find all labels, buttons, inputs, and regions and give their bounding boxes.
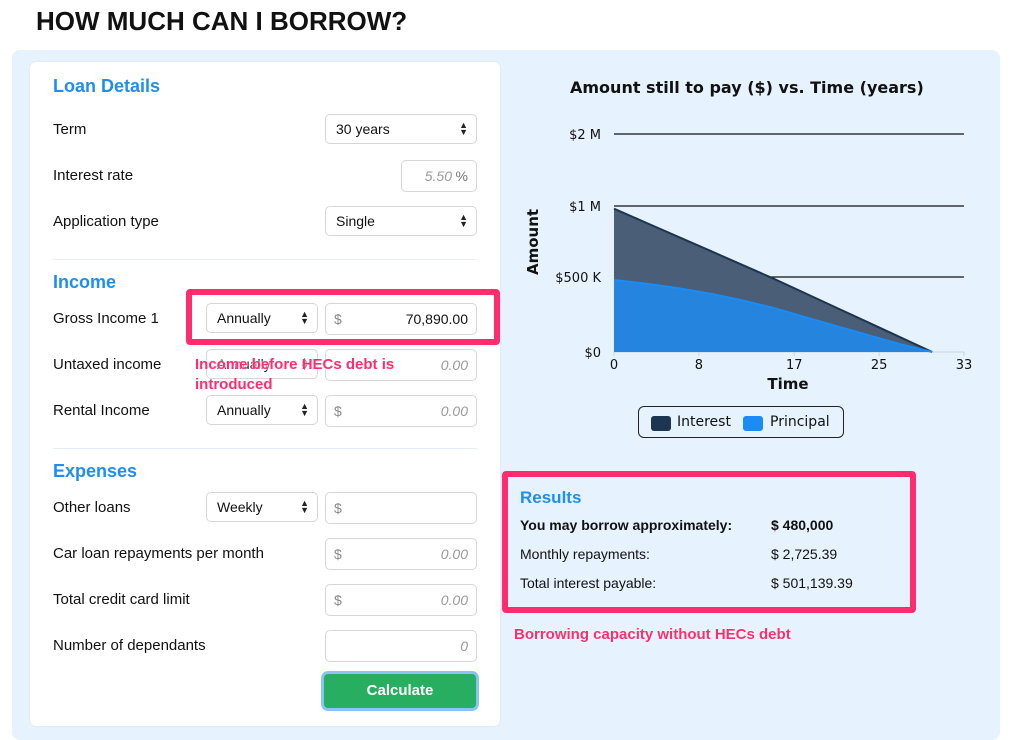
credit-card-input[interactable]: $ 0.00 [325,584,477,616]
percent-unit: % [455,168,468,184]
income-annotation-line2: introduced [195,376,273,393]
rental-income-label: Rental Income [53,402,150,419]
total-interest-label: Total interest payable: [520,575,657,591]
dependants-label: Number of dependants [53,637,206,654]
car-loan-label: Car loan repayments per month [53,545,264,562]
car-loan-input[interactable]: $ 0.00 [325,538,477,570]
rental-income-frequency-select[interactable]: Annually ▲ ▼ [206,395,318,425]
credit-card-label: Total credit card limit [53,591,190,608]
application-type-label: Application type [53,213,159,230]
section-divider [53,259,477,260]
income-annotation: Income before HECs debt is introduced [195,355,394,395]
currency-symbol: $ [334,403,342,419]
chart-legend: Interest Principal [638,406,844,438]
gross-income-highlight-box [186,289,500,345]
rental-income-placeholder: 0.00 [440,403,468,419]
other-loans-label: Other loans [53,499,131,516]
rental-income-frequency-value: Annually [217,402,271,418]
currency-symbol: $ [334,500,342,516]
other-loans-frequency-select[interactable]: Weekly ▲ ▼ [206,492,318,522]
results-annotation: Borrowing capacity without HECs debt [514,626,791,643]
currency-symbol: $ [334,546,342,562]
monthly-repayments-label: Monthly repayments: [520,546,650,562]
page-title: HOW MUCH CAN I BORROW? [36,6,408,36]
income-annotation-line1: Income before HECs debt is [195,356,395,373]
section-divider [53,448,477,449]
credit-card-placeholder: 0.00 [440,592,468,608]
calculate-button[interactable]: Calculate [324,674,476,708]
interest-rate-placeholder: 5.50 [424,168,452,184]
car-loan-placeholder: 0.00 [440,546,468,562]
interest-rate-label: Interest rate [53,167,134,184]
interest-rate-input[interactable]: 5.50 % [401,160,477,192]
loan-details-heading: Loan Details [53,76,161,96]
currency-symbol: $ [334,592,342,608]
select-arrows-icon: ▲ ▼ [459,212,468,229]
legend-swatch-interest [651,416,671,431]
expenses-heading: Expenses [53,461,138,481]
gross-income-label: Gross Income 1 [53,310,159,327]
other-loans-frequency-value: Weekly [217,499,263,515]
monthly-repayments-value: $ 2,725.39 [771,546,838,562]
income-heading: Income [53,272,117,292]
dependants-input[interactable]: 0 [325,630,477,662]
borrow-label: You may borrow approximately: [520,517,733,533]
dependants-placeholder: 0 [460,638,468,654]
application-type-value: Single [336,213,375,229]
select-arrows-icon: ▲ ▼ [300,498,309,515]
untaxed-income-label: Untaxed income [53,356,162,373]
legend-label-principal: Principal [770,414,830,430]
select-arrows-icon: ▲ ▼ [300,401,309,418]
term-label: Term [53,121,87,138]
term-select[interactable]: 30 years ▲ ▼ [325,114,477,144]
borrow-value: $ 480,000 [771,517,834,533]
untaxed-income-placeholder: 0.00 [440,357,468,373]
chart-title: Amount still to pay ($) vs. Time (years) [570,78,924,97]
term-value: 30 years [336,121,390,137]
results-heading: Results [520,488,582,507]
select-arrows-icon: ▲ ▼ [459,120,468,137]
rental-income-input[interactable]: $ 0.00 [325,395,477,427]
total-interest-value: $ 501,139.39 [771,575,853,591]
application-type-select[interactable]: Single ▲ ▼ [325,206,477,236]
other-loans-input[interactable]: $ [325,492,477,524]
legend-label-interest: Interest [677,414,731,430]
legend-swatch-principal [743,416,763,431]
